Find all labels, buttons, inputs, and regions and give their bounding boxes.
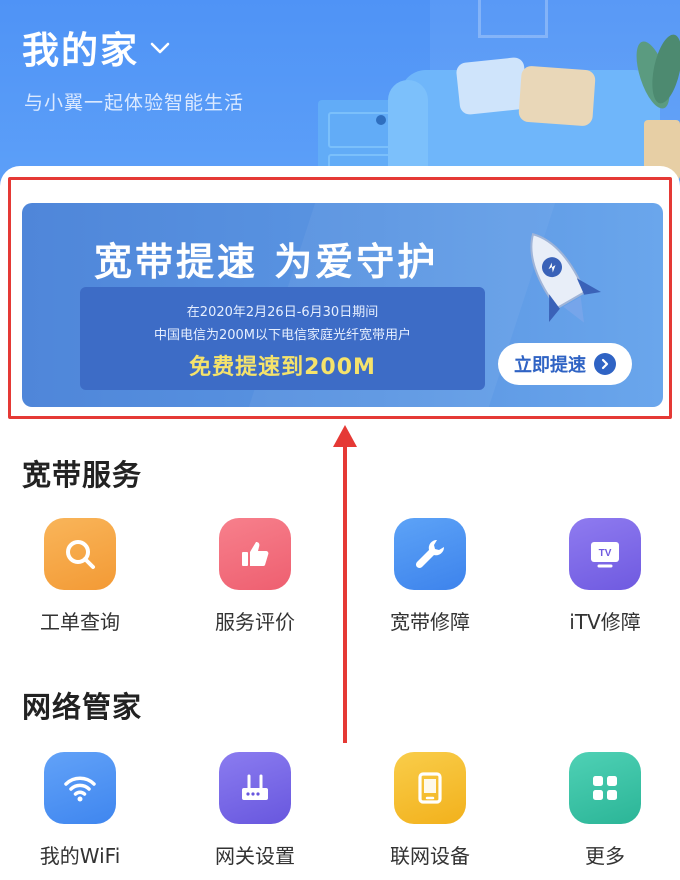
banner-headline: 宽带提速 为爱守护 <box>94 240 439 284</box>
wrench-icon <box>394 518 466 590</box>
boost-now-label: 立即提速 <box>514 355 586 376</box>
rocket-icon <box>510 221 610 343</box>
grid-item-label: 工单查询 <box>40 610 120 634</box>
grid-item-label: 宽带修障 <box>390 610 470 634</box>
work-order-query-button[interactable]: 工单查询 <box>5 518 155 635</box>
wifi-icon <box>44 752 116 824</box>
section-title-broadband: 宽带服务 <box>22 458 143 492</box>
picture-frame-illustration <box>478 0 548 38</box>
boost-now-button[interactable]: 立即提速 <box>498 343 632 385</box>
plant-illustration <box>629 32 680 180</box>
tablet-icon <box>394 752 466 824</box>
grid-icon <box>569 752 641 824</box>
banner-info-box: 在2020年2月26日-6月30日期间 中国电信为200M以下电信家庭光纤宽带用… <box>80 287 485 390</box>
pillow-illustration <box>518 65 596 127</box>
banner-date-text: 在2020年2月26日-6月30日期间 <box>186 305 379 320</box>
pillow-illustration <box>455 56 529 116</box>
more-button[interactable]: 更多 <box>530 752 680 869</box>
banner-eligibility-text: 中国电信为200M以下电信家庭光纤宽带用户 <box>153 328 412 343</box>
promo-banner[interactable]: 宽带提速 为爱守护 在2020年2月26日-6月30日期间 中国电信为200M以… <box>22 203 663 407</box>
thumbs-up-icon <box>219 518 291 590</box>
chevron-down-icon <box>149 40 171 59</box>
search-icon <box>44 518 116 590</box>
banner-highlight-text: 免费提速到200M <box>189 355 376 380</box>
page-title: 我的家 <box>22 29 139 72</box>
header: 我的家 与小翼一起体验智能生活 <box>0 0 680 190</box>
page-subtitle: 与小翼一起体验智能生活 <box>24 92 245 114</box>
grid-item-label: 更多 <box>585 844 625 868</box>
my-wifi-button[interactable]: 我的WiFi <box>5 752 155 869</box>
grid-item-label: 我的WiFi <box>39 844 121 868</box>
grid-item-label: iTV修障 <box>569 610 641 634</box>
tv-icon: TV <box>569 518 641 590</box>
service-rating-button[interactable]: 服务评价 <box>180 518 330 635</box>
chevron-right-icon <box>594 353 616 375</box>
gateway-settings-button[interactable]: 网关设置 <box>180 752 330 869</box>
broadband-repair-button[interactable]: 宽带修障 <box>355 518 505 635</box>
home-selector[interactable]: 我的家 <box>22 20 171 74</box>
connected-devices-button[interactable]: 联网设备 <box>355 752 505 869</box>
grid-item-label: 服务评价 <box>215 610 295 634</box>
grid-item-label: 联网设备 <box>390 844 470 868</box>
svg-text:TV: TV <box>599 548 612 559</box>
router-icon <box>219 752 291 824</box>
section-title-network: 网络管家 <box>22 690 143 724</box>
itv-repair-button[interactable]: TV iTV修障 <box>530 518 680 635</box>
grid-item-label: 网关设置 <box>215 844 295 868</box>
